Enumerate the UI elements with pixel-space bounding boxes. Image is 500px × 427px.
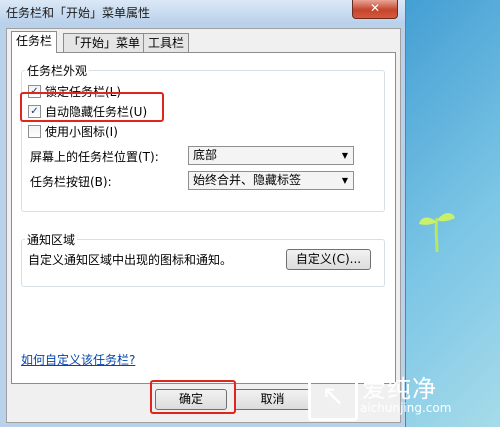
small-icons-label: 使用小图标(I): [45, 125, 118, 139]
logo-text: 爱纯净: [362, 375, 437, 403]
title-bar[interactable]: 任务栏和「开始」菜单属性 ✕: [0, 0, 405, 22]
autohide-checkbox[interactable]: ✓: [28, 105, 41, 118]
taskbar-buttons-value: 始终合并、隐藏标签: [193, 173, 302, 187]
close-icon: ✕: [369, 1, 381, 15]
check-icon: ✓: [30, 86, 39, 97]
taskbar-position-value: 底部: [193, 148, 218, 162]
taskbar-position-select[interactable]: 底部 ▼: [188, 146, 354, 165]
small-icons-checkbox[interactable]: [28, 125, 41, 138]
window-title: 任务栏和「开始」菜单属性: [6, 6, 151, 20]
help-link[interactable]: 如何自定义该任务栏?: [21, 351, 135, 368]
notification-group-label: 通知区域: [25, 231, 78, 248]
taskbar-position-label: 屏幕上的任务栏位置(T):: [30, 150, 159, 164]
lock-taskbar-checkbox[interactable]: ✓: [28, 85, 41, 98]
site-watermark: ↖ 爱纯净 aichunjing.com: [300, 363, 500, 427]
check-icon: ✓: [30, 106, 39, 117]
ok-button[interactable]: 确定: [155, 389, 227, 410]
tab-toolbars[interactable]: 工具栏: [143, 33, 190, 52]
logo-url: aichunjing.com: [360, 401, 452, 415]
lock-taskbar-label: 锁定任务栏(L): [45, 85, 122, 99]
taskbar-buttons-label: 任务栏按钮(B):: [30, 175, 112, 189]
chevron-down-icon: ▼: [341, 176, 348, 185]
tab-taskbar[interactable]: 任务栏: [11, 31, 58, 53]
sprout-icon: [419, 213, 455, 253]
logo-icon: ↖: [308, 371, 358, 421]
customize-button[interactable]: 自定义(C)...: [286, 249, 371, 270]
autohide-label: 自动隐藏任务栏(U): [45, 105, 148, 119]
close-button[interactable]: ✕: [352, 0, 398, 19]
tab-start-menu[interactable]: 「开始」菜单: [63, 33, 146, 52]
taskbar-buttons-select[interactable]: 始终合并、隐藏标签 ▼: [188, 171, 354, 190]
chevron-down-icon: ▼: [341, 151, 348, 160]
tab-panel: 任务栏外观 ✓ 锁定任务栏(L) ✓ 自动隐藏任务栏(U) 使用小图标(I) 屏…: [11, 52, 396, 384]
appearance-group-label: 任务栏外观: [25, 62, 90, 79]
notification-description: 自定义通知区域中出现的图标和通知。: [28, 253, 233, 267]
